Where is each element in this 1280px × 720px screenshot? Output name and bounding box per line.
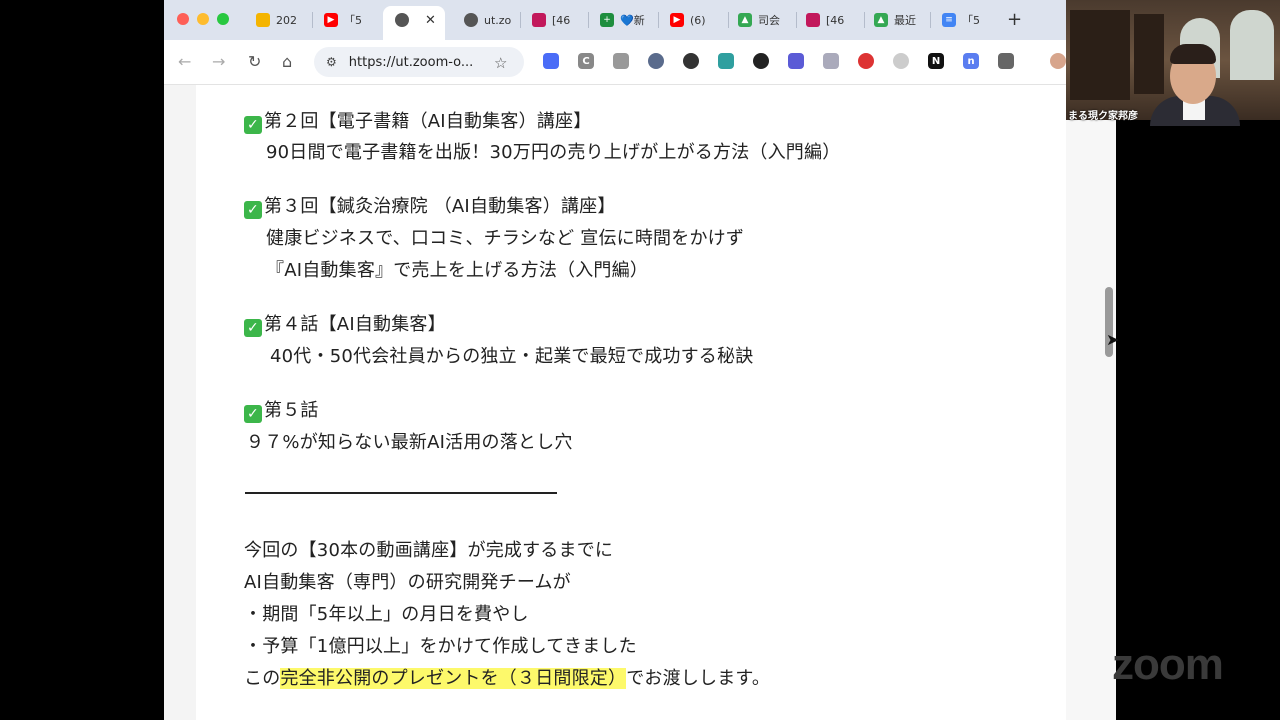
google-docs-icon: ≡ [942,13,956,27]
tab-4[interactable]: ut.zo [464,8,514,32]
tab-9[interactable]: [46 [806,8,856,32]
extension-icon[interactable] [893,53,909,69]
lightning-icon[interactable] [788,53,804,69]
tab-10[interactable]: ▲ 最近 [874,8,924,32]
bookshelf [1070,10,1130,100]
forward-icon[interactable]: → [212,52,225,71]
youtube-icon: ▶ [324,13,338,27]
browser-window: 202 ▶ 「5 ✕ ut.zo [46 + 💙新 ▶ (6) ▲ 司会 [46… [164,0,1066,720]
bookshelf [1134,14,1164,94]
check-icon: ✓ [244,116,262,134]
item-4-desc: 40代・50代会社員からの独立・起業で最短で成功する秘訣 [270,346,754,367]
youtube-icon: ▶ [670,13,684,27]
extension-c-icon[interactable]: C [578,53,594,69]
record-icon[interactable] [858,53,874,69]
para-1: 今回の【30本の動画講座】が完成するまでに [244,540,614,561]
extension-n-icon[interactable]: n [963,53,979,69]
home-icon[interactable]: ⌂ [282,52,292,71]
maximize-window-button[interactable] [217,13,229,25]
address-bar[interactable]: ⚙ https://ut.zoom-o... [314,47,524,77]
globe-icon [395,13,409,27]
highlighted-text: 完全非公開のプレゼントを（３日間限定） [280,668,627,689]
close-tab-icon[interactable]: ✕ [425,13,436,28]
puzzle-icon[interactable] [998,53,1014,69]
tab-11[interactable]: ≡ 「5 [942,8,992,32]
para-3: ・期間「5年以上」の月日を費やし [244,604,529,625]
tab-3[interactable]: ✕ [395,8,443,32]
extension-icon[interactable] [683,53,699,69]
item-5-title: ✓ 第５話 [244,396,319,423]
notes-icon[interactable] [823,53,839,69]
tab-separator [588,12,589,28]
back-icon[interactable]: ← [178,52,191,71]
plus-icon: + [600,13,614,27]
check-icon: ✓ [244,405,262,423]
extension-icon[interactable] [543,53,559,69]
openai-icon[interactable] [753,53,769,69]
tab-separator [930,12,931,28]
camera-icon[interactable] [613,53,629,69]
item-5-desc: ９７%が知らない最新AI活用の落とし穴 [246,432,573,453]
url-text[interactable]: https://ut.zoom-o... [349,55,474,70]
item-3-desc-2: 『AI自動集客』で売上を上げる方法（入門編） [266,260,649,281]
para-4: ・予算「1億円以上」をかけて作成してきました [244,636,637,657]
minimize-window-button[interactable] [197,13,209,25]
tab-separator [658,12,659,28]
google-drive-icon: ▲ [738,13,752,27]
zoom-logo: zoom [1112,640,1224,689]
globe-icon [464,13,478,27]
reload-icon[interactable]: ↻ [248,52,261,71]
app-icon [806,13,820,27]
para-5: この完全非公開のプレゼントを（３日間限定）でお渡しします。 [244,668,771,689]
extension-icon[interactable] [648,53,664,69]
person-hair [1170,44,1216,64]
document-page: ✓ 第２回【電子書籍（AI自動集客）講座】 90日間で電子書籍を出版！30万円の売… [196,85,1066,720]
side-panel-strip [1066,120,1116,720]
tab-1[interactable]: 202 [256,8,302,32]
item-3-title: ✓ 第３回【鍼灸治療院 （AI自動集客）講座】 [244,192,616,219]
close-window-button[interactable] [177,13,189,25]
horizontal-rule [245,492,557,494]
participant-name: まる現ク家邦彦 [1068,111,1138,122]
tab-separator [796,12,797,28]
item-2-title: ✓ 第２回【電子書籍（AI自動集客）講座】 [244,107,591,134]
google-drive-icon: ▲ [874,13,888,27]
item-3-desc-1: 健康ビジネスで、口コミ、チラシなど 宣伝に時間をかけず [266,228,745,249]
site-settings-icon[interactable]: ⚙ [326,55,337,69]
page-viewport: ✓ 第２回【電子書籍（AI自動集客）講座】 90日間で電子書籍を出版！30万円の売… [164,85,1066,720]
check-icon: ✓ [244,319,262,337]
tab-8[interactable]: ▲ 司会 [738,8,788,32]
window [1230,10,1274,80]
para-2: AI自動集客（専門）の研究開発チームが [244,572,571,593]
tab-2[interactable]: ▶ 「5 [324,8,370,32]
tab-separator [864,12,865,28]
tab-7[interactable]: ▶ (6) [670,8,720,32]
tab-separator [312,12,313,28]
item-4-title: ✓ 第４話【AI自動集客】 [244,310,446,337]
tab-separator [520,12,521,28]
tab-separator [728,12,729,28]
google-slides-icon [256,13,270,27]
bookmark-star-icon[interactable]: ☆ [494,54,507,72]
tab-5[interactable]: [46 [532,8,580,32]
tab-6[interactable]: + 💙新 [600,8,650,32]
tab-strip: 202 ▶ 「5 ✕ ut.zo [46 + 💙新 ▶ (6) ▲ 司会 [46… [164,0,1066,40]
item-2-desc: 90日間で電子書籍を出版！30万円の売り上げが上がる方法（入門編） [266,142,841,163]
app-icon [532,13,546,27]
profile-avatar[interactable] [1050,53,1066,69]
extension-icon[interactable] [718,53,734,69]
check-icon: ✓ [244,201,262,219]
browser-toolbar: ← → ↻ ⌂ ⚙ https://ut.zoom-o... ☆ C N n [164,40,1066,85]
mouse-cursor-icon: ➤ [1106,330,1120,349]
notion-icon[interactable]: N [928,53,944,69]
new-tab-button[interactable]: + [1007,9,1022,30]
